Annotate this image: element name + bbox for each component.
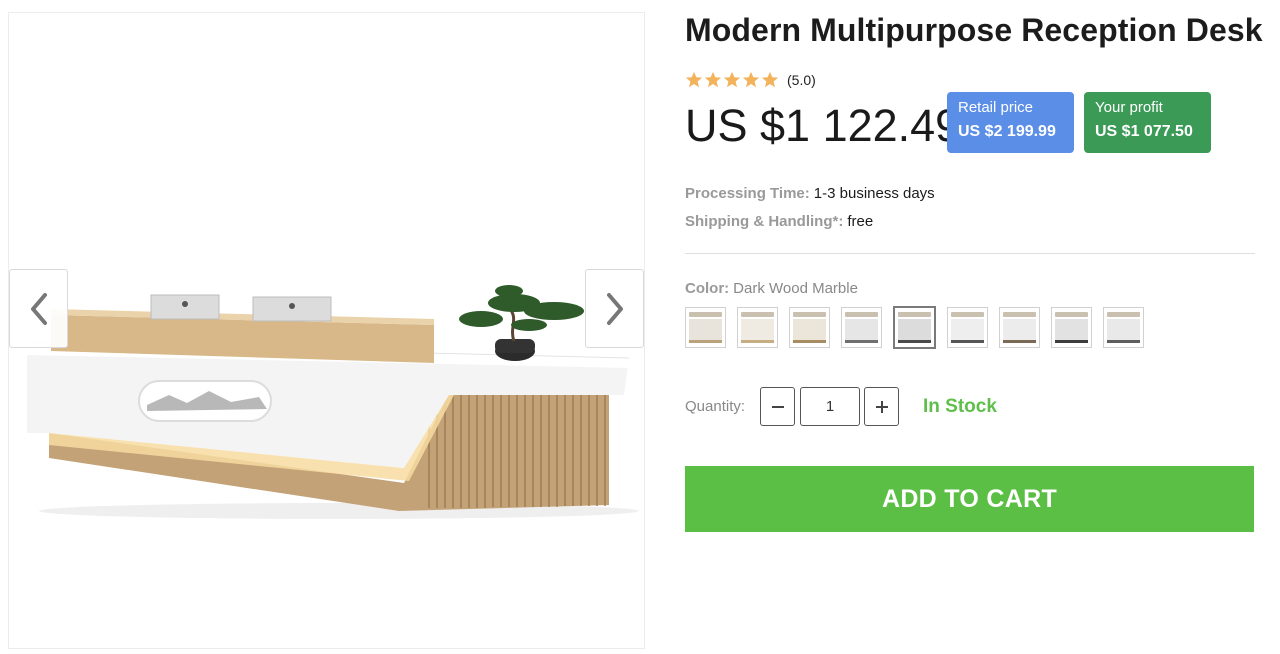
rating-value[interactable]: (5.0) (787, 72, 816, 88)
add-to-cart-button[interactable]: ADD TO CART (685, 466, 1254, 532)
star-icon (704, 71, 722, 88)
retail-price-badge: Retail price US $2 199.99 (947, 92, 1074, 153)
color-swatch[interactable] (1103, 307, 1144, 348)
color-swatch[interactable] (737, 307, 778, 348)
profit-label: Your profit (1095, 99, 1163, 116)
retail-price-label: Retail price (958, 99, 1034, 116)
color-swatch[interactable] (685, 307, 726, 348)
quantity-decrease-button[interactable] (760, 387, 795, 426)
color-swatch[interactable] (841, 307, 882, 348)
star-icon (685, 71, 703, 88)
product-rating: (5.0) (685, 71, 816, 89)
stock-status: In Stock (923, 396, 997, 417)
product-price: US $1 122.49 (685, 100, 961, 151)
quantity-input[interactable] (800, 387, 860, 426)
color-swatch[interactable] (789, 307, 830, 348)
retail-price-value: US $2 199.99 (958, 123, 1056, 140)
processing-time: Processing Time: 1-3 business days (685, 185, 935, 202)
divider (685, 253, 1255, 254)
rating-stars (685, 71, 779, 89)
shipping-handling: Shipping & Handling*: free (685, 213, 873, 230)
star-icon (723, 71, 741, 88)
color-swatch[interactable] (999, 307, 1040, 348)
chevron-right-icon (606, 292, 623, 325)
product-info: Modern Multipurpose Reception Desk (5.0)… (685, 0, 1263, 654)
color-swatch[interactable] (1051, 307, 1092, 348)
color-swatches (685, 306, 1144, 349)
plus-icon (875, 400, 888, 413)
color-selected-value: Dark Wood Marble (733, 280, 858, 297)
gallery-next-button[interactable] (585, 269, 644, 348)
profit-value: US $1 077.50 (1095, 123, 1193, 140)
profit-badge: Your profit US $1 077.50 (1084, 92, 1211, 153)
quantity-increase-button[interactable] (864, 387, 899, 426)
quantity-label: Quantity: (685, 398, 746, 415)
product-gallery (8, 12, 645, 649)
shipping-value: free (847, 213, 874, 230)
star-icon (742, 71, 760, 88)
color-label: Color: (685, 280, 730, 297)
processing-time-value: 1-3 business days (813, 185, 935, 202)
shipping-label: Shipping & Handling*: (685, 213, 844, 230)
processing-time-label: Processing Time: (685, 185, 810, 202)
product-image (26, 285, 639, 519)
gallery-prev-button[interactable] (9, 269, 68, 348)
color-swatch-selected[interactable] (893, 306, 936, 349)
product-title: Modern Multipurpose Reception Desk (685, 12, 1263, 48)
minus-icon (771, 405, 784, 408)
chevron-left-icon (30, 292, 47, 325)
star-icon (761, 71, 779, 88)
color-selector-label: Color: Dark Wood Marble (685, 280, 858, 297)
color-swatch[interactable] (947, 307, 988, 348)
